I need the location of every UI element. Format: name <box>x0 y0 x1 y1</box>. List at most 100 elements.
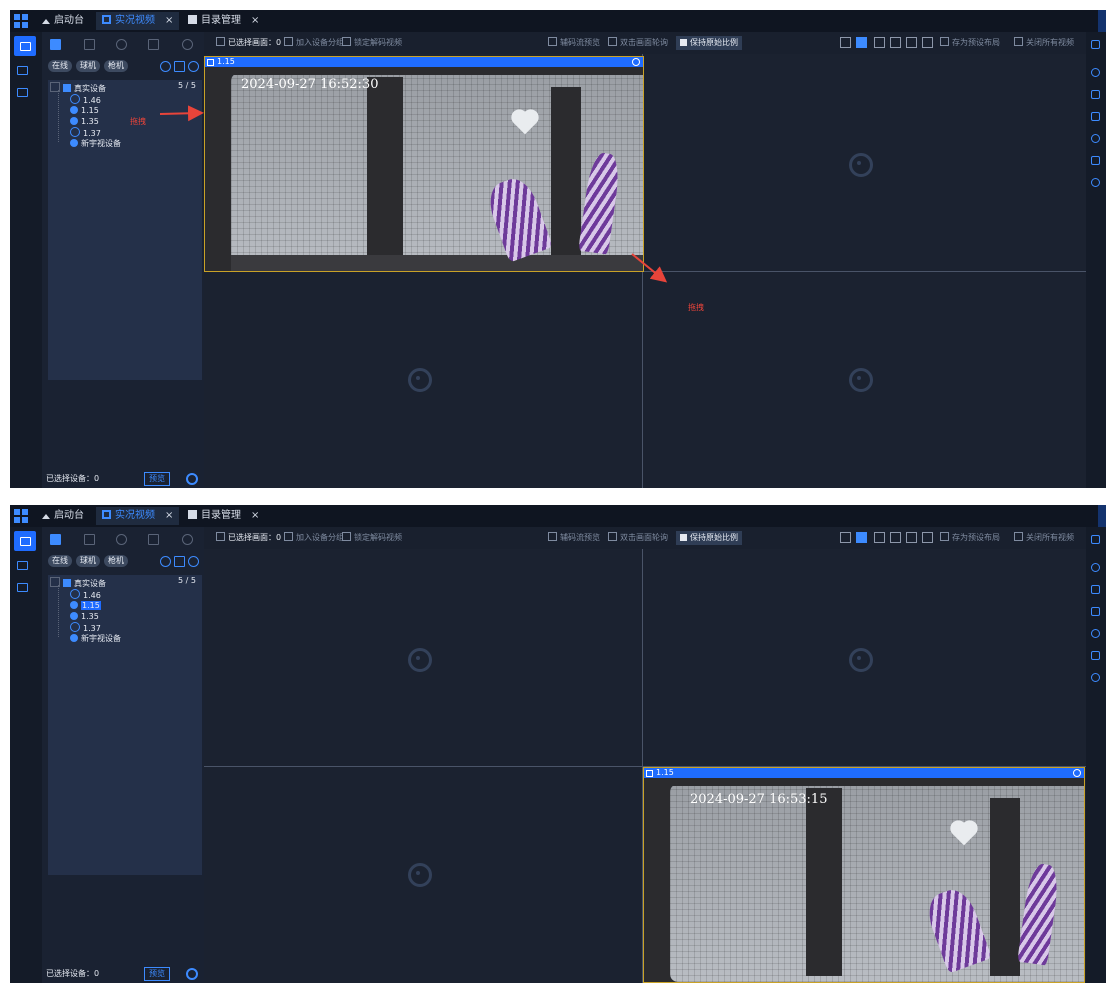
fullscreen-button[interactable] <box>922 532 933 543</box>
storage-icon[interactable] <box>17 561 28 570</box>
save-icon <box>940 532 949 541</box>
target-icon[interactable] <box>160 556 171 567</box>
empty-slot-icon[interactable] <box>408 863 432 887</box>
info-icon[interactable] <box>1091 673 1100 682</box>
drag-arrow <box>631 253 668 283</box>
camera-icon <box>70 589 80 599</box>
record-icon[interactable] <box>1091 651 1100 660</box>
selected-screens-label: 已选择画面：0 <box>216 532 281 544</box>
dome-camera-icon <box>70 601 78 609</box>
add-to-group-button[interactable]: 加入设备分组 <box>284 532 344 544</box>
screenshot-before-drag: 启动台 实况视频 × 目录管理 × 在线 球机 枪机 真实设备 5 / 5 1.… <box>10 10 1106 488</box>
info-icon[interactable] <box>1091 178 1100 187</box>
ptz-icon[interactable] <box>1091 68 1100 77</box>
pillar <box>806 788 842 976</box>
filter-icon[interactable] <box>174 556 185 567</box>
dome-camera-icon <box>70 612 78 620</box>
tree-item-device[interactable]: 1.46 <box>70 589 101 600</box>
close-video-icon[interactable] <box>1073 769 1081 777</box>
home-icon <box>63 579 71 587</box>
image-icon[interactable] <box>1091 585 1100 594</box>
apps-grid-icon[interactable] <box>14 509 28 523</box>
tab-launchpad[interactable]: 启动台 <box>36 507 90 525</box>
device-sidebar: 在线 球机 枪机 真实设备 5 / 5 1.46 1.15 1.35 1.37 … <box>42 527 204 983</box>
lock-decode-button[interactable]: 锁定解码视频 <box>342 532 402 544</box>
group-icon <box>284 532 293 541</box>
save-layout-button[interactable]: 存为预设布局 <box>940 532 1000 544</box>
selected-device-count: 已选择设备：0 <box>46 969 100 978</box>
dark-edge <box>644 778 670 982</box>
sidebar-toolbar <box>42 527 204 549</box>
double-click-poll-button[interactable]: 双击画面轮询 <box>608 532 668 544</box>
device-count: 5 / 5 <box>178 576 196 585</box>
screenshot-after-drag: 启动台 实况视频 × 目录管理 × 在线 球机 枪机 真实设备 5 / 5 1.… <box>10 505 1106 983</box>
video-icon <box>102 510 111 519</box>
keep-ratio-button[interactable]: 保持原始比例 <box>676 531 742 545</box>
filter-online[interactable]: 在线 <box>48 555 72 567</box>
layout-9-button[interactable] <box>874 532 885 543</box>
refresh-icon[interactable] <box>188 556 199 567</box>
tree-item-device[interactable]: 新宇视设备 <box>70 633 121 644</box>
empty-slot-icon[interactable] <box>849 648 873 672</box>
catalog-icon <box>188 510 197 519</box>
layout-1-button[interactable] <box>840 532 851 543</box>
snapshot-icon[interactable] <box>1091 134 1100 143</box>
close-all-videos-button[interactable]: 关闭所有视频 <box>1014 532 1074 544</box>
tree-item-device[interactable]: 1.37 <box>70 622 101 633</box>
video-timestamp: 2024-09-27 16:53:15 <box>690 792 828 807</box>
dark-edge <box>644 778 1084 786</box>
record-icon[interactable] <box>1091 156 1100 165</box>
filter-bullet[interactable]: 枪机 <box>104 555 128 567</box>
panel-toggle-icon[interactable] <box>1091 40 1100 49</box>
tile-checkbox[interactable] <box>646 770 653 777</box>
device-tree: 真实设备 5 / 5 1.46 1.15 1.35 1.37 新宇视设备 <box>48 575 202 875</box>
checkbox-icon[interactable] <box>216 532 225 541</box>
video-frame: 2024-09-27 16:53:15 <box>644 778 1084 982</box>
snapshot-icon[interactable] <box>1091 629 1100 638</box>
camera-icon <box>70 622 80 632</box>
preview-button[interactable]: 预览 <box>144 967 170 981</box>
panel-toggle-icon[interactable] <box>1091 535 1100 544</box>
drag-arrows <box>159 105 668 283</box>
drag-arrow <box>159 105 204 122</box>
close-tab-icon[interactable]: × <box>251 510 259 521</box>
layout-4-button[interactable] <box>856 532 867 543</box>
image-icon[interactable] <box>1091 90 1100 99</box>
video-label: 1.15 <box>656 768 674 777</box>
sub-stream-preview-button[interactable]: 辅码流预览 <box>548 532 600 544</box>
tree-guide <box>58 585 59 637</box>
folder-icon[interactable] <box>84 534 95 545</box>
audio-icon[interactable] <box>1091 112 1100 121</box>
stream-icon <box>548 532 557 541</box>
expand-icon[interactable] <box>50 577 60 587</box>
close-tab-icon[interactable]: × <box>165 510 173 521</box>
pillar <box>990 798 1020 976</box>
ratio-icon <box>680 534 687 541</box>
settings-icon[interactable] <box>186 968 198 980</box>
tab-bar: 启动台 实况视频 × 目录管理 × <box>10 505 1106 527</box>
filter-dome[interactable]: 球机 <box>76 555 100 567</box>
search-icon[interactable] <box>182 534 193 545</box>
layout-custom-button[interactable] <box>906 532 917 543</box>
tree-item-device[interactable]: 1.35 <box>70 611 99 622</box>
monitor-icon <box>20 537 31 546</box>
view-mode-icon[interactable] <box>50 534 61 545</box>
window-edge <box>1098 505 1106 527</box>
tab-live-video[interactable]: 实况视频 × <box>96 507 180 525</box>
layout-16-button[interactable] <box>890 532 901 543</box>
tab-catalog[interactable]: 目录管理 × <box>182 507 265 525</box>
history-icon[interactable] <box>116 534 127 545</box>
display-icon[interactable] <box>17 583 28 592</box>
audio-icon[interactable] <box>1091 607 1100 616</box>
home-icon <box>42 514 50 519</box>
empty-slot-icon[interactable] <box>408 648 432 672</box>
view-toolbar: 已选择画面：0 加入设备分组 锁定解码视频 辅码流预览 双击画面轮询 保持原始比… <box>204 527 1086 549</box>
ptz-icon[interactable] <box>1091 563 1100 572</box>
video-tile[interactable]: 1.15 2024-09-27 16:53:15 <box>643 767 1085 983</box>
video-grid: 1.15 2024-09-27 16:53:15 <box>204 549 1086 983</box>
rail-live-view-button[interactable] <box>14 531 36 551</box>
tree-item-device-selected[interactable]: 1.15 <box>70 600 101 611</box>
list-icon[interactable] <box>148 534 159 545</box>
lock-icon <box>342 532 351 541</box>
tree-root[interactable]: 真实设备 <box>50 577 106 588</box>
